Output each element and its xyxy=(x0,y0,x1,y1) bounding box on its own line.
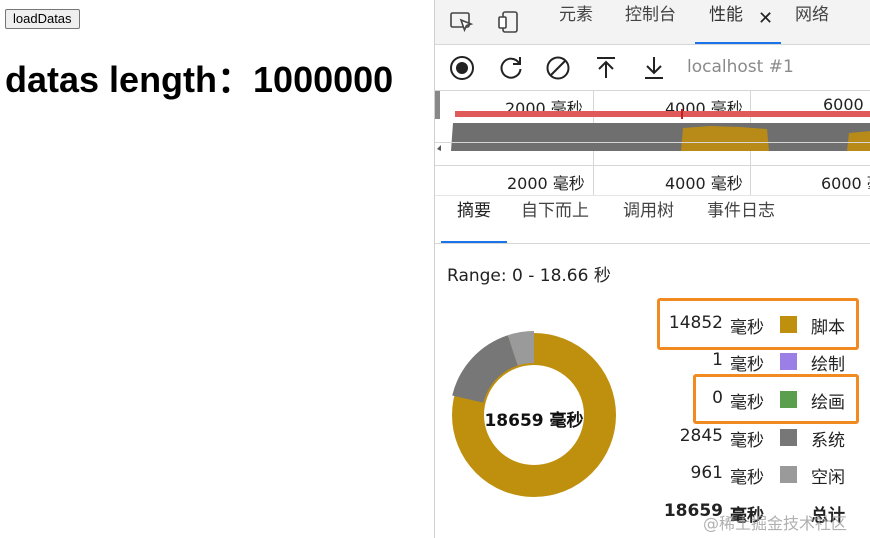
recording-target-select[interactable]: localhost #1 xyxy=(687,57,794,77)
tab-event-log[interactable]: 事件日志 xyxy=(707,196,775,243)
legend-value: 1 xyxy=(712,350,723,370)
legend-value: 961 xyxy=(690,463,723,483)
tick-label: 4000 毫秒 xyxy=(665,174,743,193)
devtools-panel: 元素 控制台 性能 ✕ 网络 localhost #1 2000 毫秒 4000… xyxy=(434,0,870,538)
legend-unit: 毫秒 xyxy=(730,355,764,375)
tab-performance-label: 性能 xyxy=(709,5,743,25)
tab-elements[interactable]: 元素 xyxy=(559,0,593,44)
highlight-box xyxy=(693,374,859,424)
legend-name: 绘制 xyxy=(811,355,845,375)
highlight-box xyxy=(657,298,859,350)
tick-label: 2000 毫秒 xyxy=(507,174,585,193)
performance-toolbar: localhost #1 xyxy=(435,45,870,91)
timeline-ruler: 2000 毫秒 4000 毫秒 6000 毫秒 xyxy=(435,166,870,196)
grid-line xyxy=(750,166,751,195)
load-datas-button[interactable]: loadDatas xyxy=(5,9,80,29)
close-tab-icon[interactable]: ✕ xyxy=(758,8,773,29)
reload-icon[interactable] xyxy=(498,55,524,81)
legend-unit: 毫秒 xyxy=(730,431,764,451)
legend-row: 2845 毫秒 系统 xyxy=(435,426,870,451)
legend-swatch xyxy=(780,429,797,446)
device-toolbar-icon[interactable] xyxy=(497,10,523,34)
tab-network[interactable]: 网络 xyxy=(795,0,829,44)
details-tab-bar: 摘要 自下而上 调用树 事件日志 xyxy=(435,196,870,244)
tab-console[interactable]: 控制台 xyxy=(625,0,676,44)
tab-call-tree[interactable]: 调用树 xyxy=(623,196,674,243)
tab-bottom-up[interactable]: 自下而上 xyxy=(521,196,589,243)
upload-icon[interactable] xyxy=(593,55,619,81)
legend-row: 1 毫秒 绘制 xyxy=(435,350,870,375)
tab-summary[interactable]: 摘要 xyxy=(441,196,507,243)
legend-value: 2845 xyxy=(679,426,723,446)
datas-length-heading: datas length：1000000 xyxy=(5,59,394,100)
legend-swatch xyxy=(780,353,797,370)
cpu-activity-chart xyxy=(437,123,870,151)
legend-row: 961 毫秒 空闲 xyxy=(435,463,870,488)
download-icon[interactable] xyxy=(641,55,667,81)
legend-swatch xyxy=(780,466,797,483)
legend-name: 空闲 xyxy=(811,468,845,488)
timeline-overview[interactable]: 2000 毫秒 4000 毫秒 6000 xyxy=(435,91,870,166)
overview-divider xyxy=(435,142,870,143)
watermark: @稀土掘金技术社区 xyxy=(703,514,848,533)
cpu-long-task-bar xyxy=(455,111,870,117)
grid-line xyxy=(593,166,594,195)
tick-label: 6000 毫秒 xyxy=(821,174,870,193)
legend-unit: 毫秒 xyxy=(730,468,764,488)
record-icon[interactable] xyxy=(449,55,475,81)
legend-name: 系统 xyxy=(811,431,845,451)
devtools-tab-bar: 元素 控制台 性能 ✕ 网络 xyxy=(435,0,870,45)
clear-icon[interactable] xyxy=(545,55,571,81)
inspect-element-icon[interactable] xyxy=(449,10,475,34)
range-label: Range: 0 - 18.66 秒 xyxy=(447,266,611,286)
screen: loadDatas datas length：1000000 元素 控制台 性能 xyxy=(0,0,870,538)
cpu-marker xyxy=(681,109,683,119)
page-viewport: loadDatas datas length：1000000 xyxy=(0,0,434,538)
